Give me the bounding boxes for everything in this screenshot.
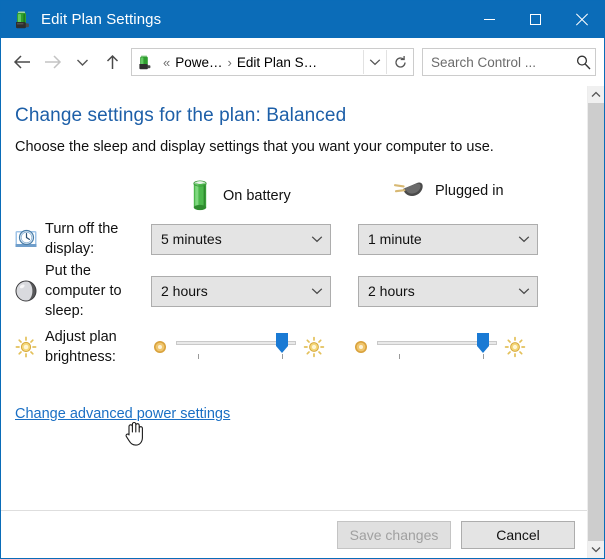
combo-value: 1 minute [368,231,422,247]
brightness-slider-plugged-in [352,330,526,364]
address-bar[interactable]: « Powe… › Edit Plan S… [131,48,414,76]
chevron-down-icon [591,547,601,553]
bright-sun-icon [504,336,526,358]
change-advanced-power-settings-link[interactable]: Change advanced power settings [15,406,230,422]
search-box[interactable] [422,48,596,76]
setting-label-sleep: Put the computer to sleep: [45,263,122,319]
combo-value: 2 hours [161,283,208,299]
refresh-button[interactable] [386,50,413,74]
save-changes-label: Save changes [349,526,439,543]
cancel-button[interactable]: Cancel [461,520,575,549]
combo-sleep-on-battery[interactable]: 2 hours [151,275,331,307]
combo-turn-off-display-plugged-in[interactable]: 1 minute [358,223,538,255]
minimize-button[interactable] [466,1,512,38]
forward-arrow-icon [44,55,61,69]
settings-pane: Change settings for the plan: Balanced C… [1,86,587,558]
back-button[interactable] [7,47,37,77]
dim-sun-icon [151,338,169,356]
breadcrumb-overflow[interactable]: « [158,55,175,70]
breadcrumb: « Powe… › Edit Plan S… [158,55,363,70]
settings-rows: Turn off the display: 5 minutes 1 minute… [1,217,587,373]
combo-turn-off-display-on-battery[interactable]: 5 minutes [151,223,331,255]
breadcrumb-separator[interactable]: › [223,55,237,70]
up-arrow-icon [106,54,118,69]
chevron-down-icon [369,59,381,66]
page-subtitle: Choose the sleep and display settings th… [15,139,494,155]
column-headers: On battery Plugged in [1,171,587,217]
chevron-up-icon [591,91,601,97]
forward-button[interactable] [37,47,67,77]
slider-ticks [377,354,497,360]
battery-icon [193,180,207,211]
setting-row-brightness: Adjust plan brightness: [1,321,587,373]
advanced-settings-area: Change advanced power settings [1,405,587,446]
minimize-icon [483,19,495,20]
combo-sleep-plugged-in[interactable]: 2 hours [358,275,538,307]
setting-row-sleep: Put the computer to sleep: 2 hours 2 hou… [1,261,587,321]
close-icon [575,13,588,26]
slider-thumb[interactable] [275,333,289,354]
edit-plan-settings-window: Edit Plan Settings « Powe… › Edit Plan S… [0,0,605,559]
power-plan-battery-icon [12,10,32,30]
display-clock-icon [13,227,39,251]
page-title: Change settings for the plan: Balanced [15,105,347,126]
column-header-on-battery-label: On battery [223,188,291,204]
navigation-bar: « Powe… › Edit Plan S… [1,38,604,86]
content-area: Change settings for the plan: Balanced C… [1,86,604,558]
setting-row-turn-off-display: Turn off the display: 5 minutes 1 minute [1,217,587,261]
column-header-on-battery: On battery [187,177,291,215]
combo-value: 2 hours [368,283,415,299]
brightness-sun-icon [13,336,39,358]
dialog-footer: Save changes Cancel [1,510,587,558]
chevron-down-icon[interactable] [511,235,537,243]
breadcrumb-item-power-options[interactable]: Powe… [175,55,222,70]
dim-sun-icon [352,338,370,356]
chevron-down-icon[interactable] [304,287,330,295]
search-input[interactable] [423,53,571,71]
combo-value: 5 minutes [161,231,222,247]
back-arrow-icon [13,55,30,69]
hand-cursor [123,419,145,447]
setting-label-turn-off-display: Turn off the display: [45,221,119,257]
maximize-icon [529,14,541,25]
chevron-down-icon [76,59,88,66]
title-bar: Edit Plan Settings [1,1,604,38]
scrollbar-thumb[interactable] [588,103,604,541]
up-button[interactable] [97,47,127,77]
maximize-button[interactable] [512,1,558,38]
slider-plugged-in[interactable] [377,330,497,364]
setting-label-brightness: Adjust plan brightness: [45,329,117,365]
chevron-down-icon[interactable] [304,235,330,243]
close-button[interactable] [558,1,604,38]
slider-thumb[interactable] [476,333,490,354]
slider-ticks [176,354,296,360]
brightness-slider-on-battery [151,330,325,364]
sleep-moon-icon [13,279,39,303]
setting-fields-turn-off-display: 5 minutes 1 minute [145,223,587,255]
window-title: Edit Plan Settings [41,11,162,28]
slider-on-battery[interactable] [176,330,296,364]
recent-locations-button[interactable] [67,47,97,77]
address-bar-power-icon [136,54,153,71]
refresh-icon [394,55,406,68]
bright-sun-icon [303,336,325,358]
address-dropdown-button[interactable] [363,50,386,74]
setting-fields-sleep: 2 hours 2 hours [145,275,587,307]
chevron-down-icon[interactable] [511,287,537,295]
breadcrumb-item-edit-plan-settings[interactable]: Edit Plan S… [237,55,317,70]
save-changes-button[interactable]: Save changes [337,520,451,549]
cancel-label: Cancel [496,526,540,543]
vertical-scrollbar[interactable] [587,86,604,558]
column-header-plugged-in: Plugged in [391,177,504,205]
scroll-up-button[interactable] [588,86,604,103]
column-header-plugged-in-label: Plugged in [435,183,504,199]
search-icon[interactable] [571,54,595,71]
window-controls [466,1,604,38]
scroll-down-button[interactable] [588,541,604,558]
power-plug-icon [393,182,423,196]
setting-fields-brightness [145,330,587,364]
